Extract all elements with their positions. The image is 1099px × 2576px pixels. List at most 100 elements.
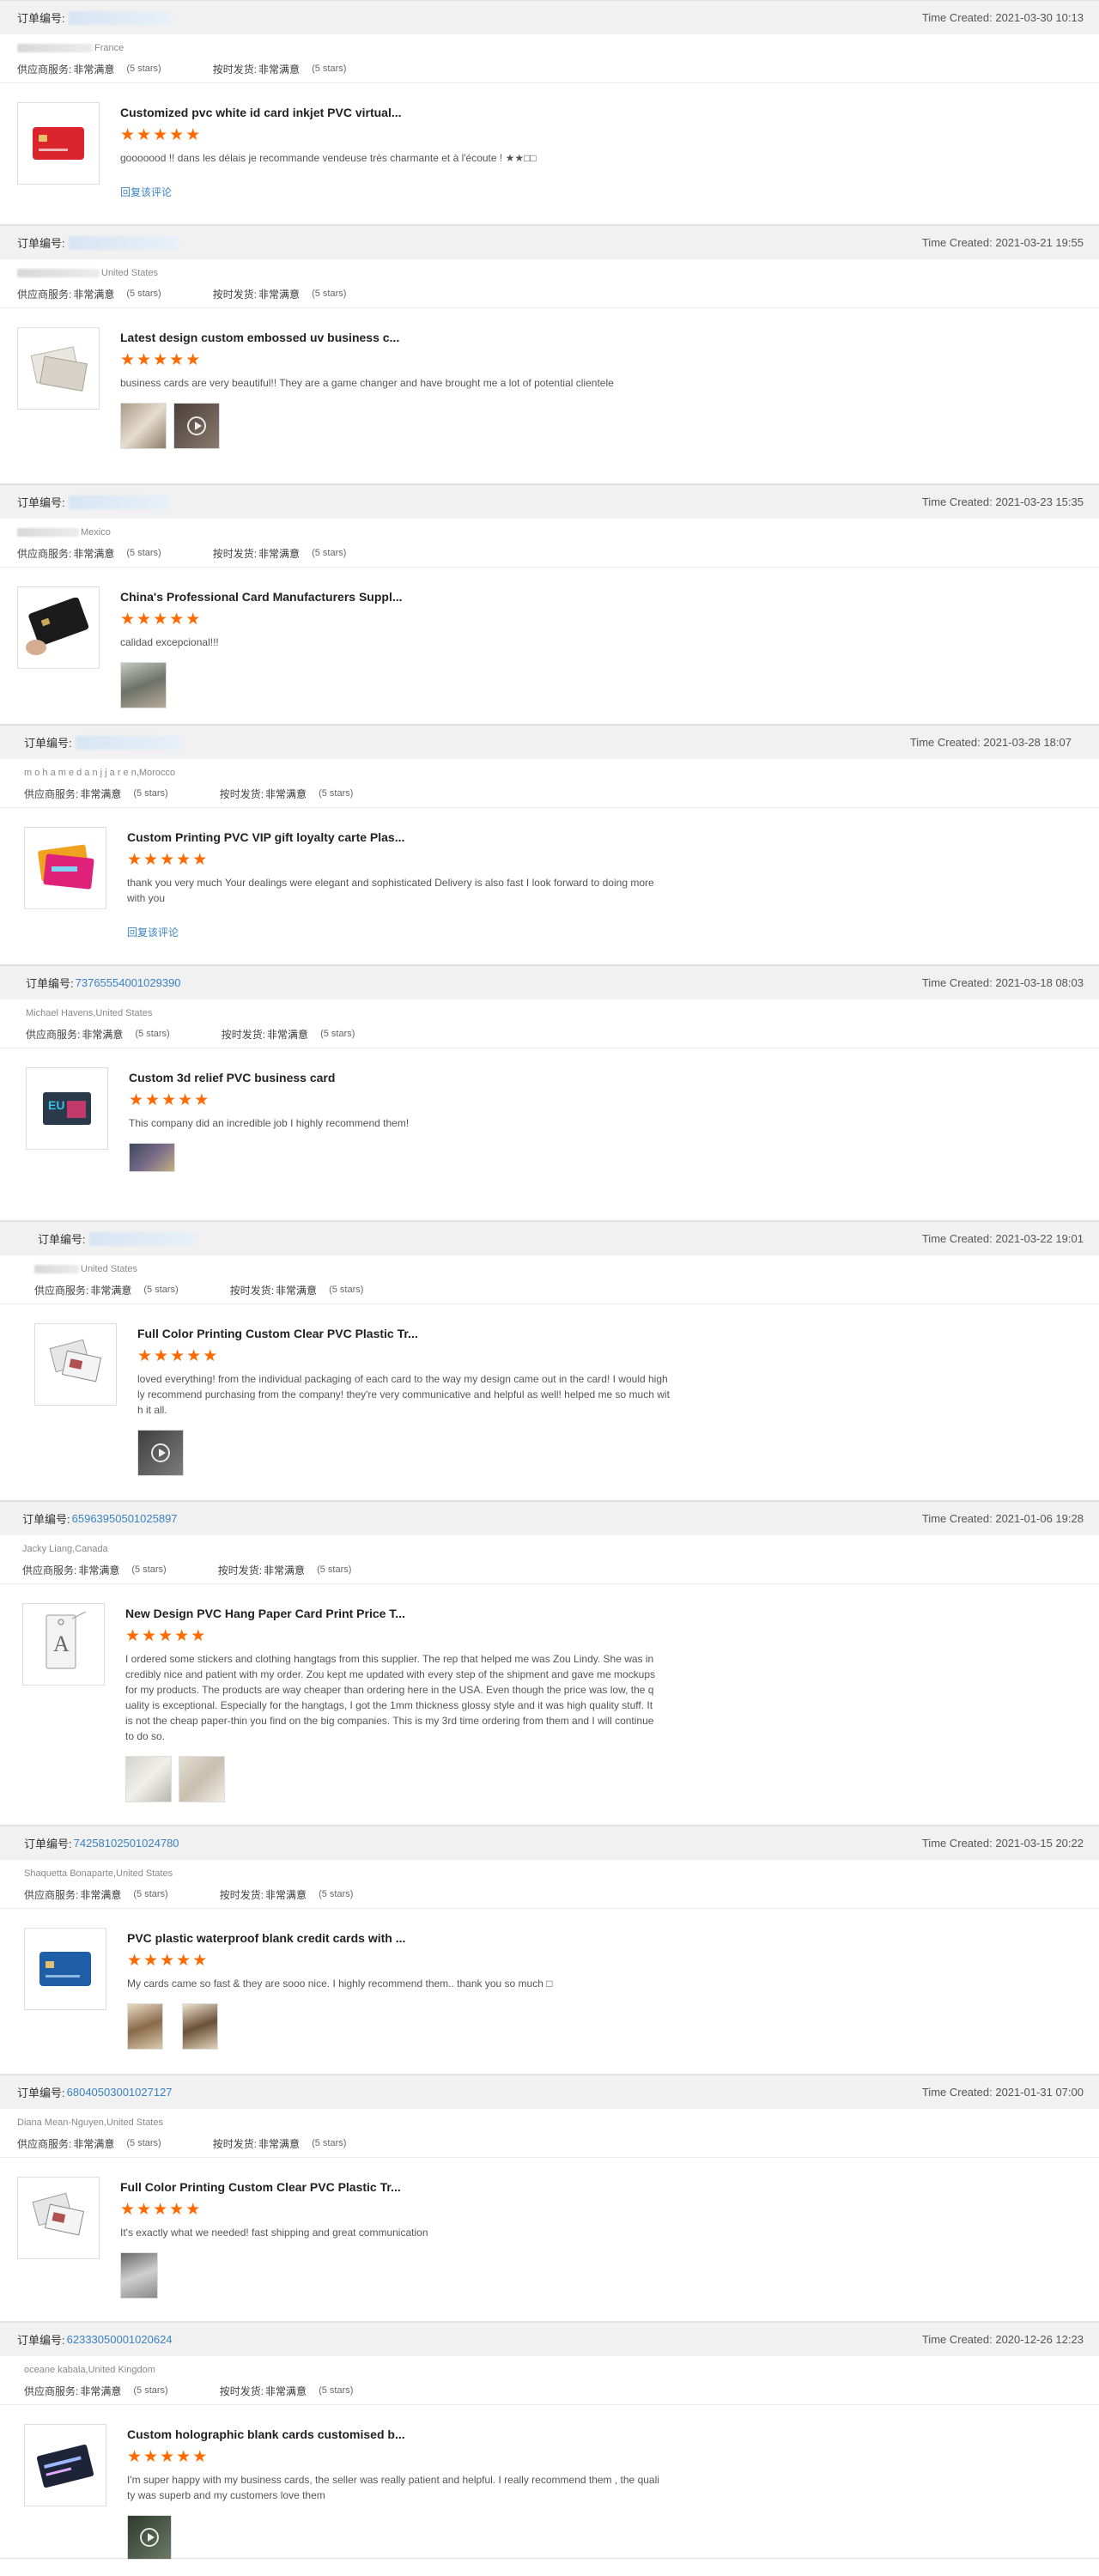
review-body: EU Custom 3d relief PVC business card ★ ★…	[0, 1048, 1099, 1186]
star-icon: ★	[186, 1347, 202, 1365]
service-ratings: 供应商服务: 非常满意 (5 stars) 按时发货: 非常满意 (5 stars)	[24, 2385, 354, 2397]
product-title[interactable]: Custom holographic blank cards customise…	[127, 2427, 659, 2441]
product-title[interactable]: Custom Printing PVC VIP gift loyalty car…	[127, 830, 659, 844]
order-label: 订单编号:	[24, 737, 72, 750]
product-thumbnail[interactable]	[17, 2177, 100, 2259]
review-header: 订单编号: 73765554001029390 Time Created: 20…	[0, 965, 1099, 999]
review-body: PVC plastic waterproof blank credit card…	[0, 1909, 1099, 2063]
svg-text:A: A	[53, 1631, 70, 1656]
gift-card-icon	[38, 844, 94, 890]
review-photo[interactable]	[179, 1756, 225, 1802]
order-label: 订单编号:	[38, 1233, 86, 1246]
review-header: 订单编号: Time Created: 2021-03-30 10:13	[0, 0, 1099, 34]
order-number[interactable]: 65963950501025897	[72, 1512, 178, 1525]
customer-info: Jacky Liang,Canada 供应商服务: 非常满意 (5 stars) 按…	[0, 1535, 1099, 1584]
service-ratings: 供应商服务: 非常满意 (5 stars) 按时发货: 非常满意 (5 stars)	[24, 1888, 354, 1901]
reply-link[interactable]: 回复该评论	[120, 185, 653, 199]
time-created: Time Created: 2020-12-26 12:23	[921, 2333, 1084, 2346]
product-thumbnail[interactable]: A	[22, 1603, 105, 1686]
product-title[interactable]: Latest design custom embossed uv busines…	[120, 331, 653, 344]
holographic-card-icon	[36, 2444, 94, 2488]
review-photo[interactable]	[182, 2003, 218, 2050]
review-photo[interactable]	[120, 2252, 158, 2299]
review-photo[interactable]	[120, 403, 167, 449]
order-label: 订单编号:	[17, 496, 65, 509]
star-icon: ★	[145, 1091, 161, 1109]
customer-name: Shaquetta Bonaparte,United States	[24, 1868, 173, 1879]
product-thumbnail[interactable]	[34, 1323, 117, 1406]
product-thumbnail[interactable]	[17, 327, 100, 410]
order-number[interactable]: 62333050001020624	[67, 2333, 173, 2346]
clear-card-icon	[32, 2192, 85, 2236]
star-icon: ★	[169, 2201, 185, 2219]
product-thumbnail[interactable]	[24, 1928, 106, 2010]
order-id: 订单编号:	[24, 734, 182, 750]
review-header: 订单编号: Time Created: 2021-03-28 18:07	[0, 725, 1099, 759]
review-photo[interactable]	[127, 2003, 163, 2050]
review-header: 订单编号: Time Created: 2021-03-21 19:55	[0, 225, 1099, 259]
rating-stars: ★ ★ ★ ★ ★	[120, 2202, 653, 2218]
review-video[interactable]	[127, 2515, 172, 2560]
customer-info: United States 供应商服务: 非常满意 (5 stars) 按时发货: 非…	[0, 1255, 1099, 1304]
review-body: Custom holographic blank cards customise…	[0, 2405, 1099, 2573]
embossed-card-icon	[30, 346, 88, 392]
order-label: 订单编号:	[22, 1513, 70, 1526]
redacted-name	[17, 269, 100, 277]
star-icon: ★	[143, 1952, 159, 1970]
time-created: Time Created: 2021-03-15 20:22	[921, 1837, 1084, 1850]
review-video[interactable]	[137, 1430, 184, 1476]
product-thumbnail[interactable]	[24, 2424, 106, 2506]
product-title[interactable]: New Design PVC Hang Paper Card Print Pri…	[125, 1607, 658, 1620]
product-title[interactable]: Custom 3d relief PVC business card	[129, 1071, 661, 1084]
product-title[interactable]: Customized pvc white id card inkjet PVC …	[120, 106, 653, 119]
service-ratings: 供应商服务: 非常满意 (5 stars) 按时发货: 非常满意 (5 stars)	[17, 288, 347, 301]
reply-link[interactable]: 回复该评论	[127, 925, 659, 939]
order-number[interactable]: 73765554001029390	[76, 976, 181, 989]
customer-name: m o h a m e d a n j j a r e n,Morocco	[24, 768, 176, 778]
star-icon: ★	[120, 351, 136, 369]
order-id: 订单编号: 65963950501025897	[22, 1510, 178, 1527]
order-number[interactable]: 68040503001027127	[67, 2086, 173, 2099]
time-created: Time Created: 2021-03-21 19:55	[921, 236, 1084, 249]
review-list: 订单编号: Time Created: 2021-03-30 10:13 Fra…	[0, 0, 1099, 2560]
play-icon	[187, 416, 206, 435]
review-photo[interactable]	[125, 1756, 172, 1802]
redacted-name	[17, 44, 93, 52]
review-photo[interactable]	[120, 662, 167, 708]
product-thumbnail[interactable]	[17, 102, 100, 185]
customer-name: Jacky Liang,Canada	[22, 1544, 108, 1554]
review-photos	[125, 1756, 658, 1802]
review-body: Full Color Printing Custom Clear PVC Pla…	[0, 1304, 1099, 1490]
product-title[interactable]: Full Color Printing Custom Clear PVC Pla…	[120, 2180, 653, 2194]
red-card-icon	[33, 127, 84, 160]
redacted-order-number	[68, 235, 179, 250]
review-video[interactable]	[173, 403, 220, 449]
review-photo[interactable]	[129, 1143, 175, 1172]
product-thumbnail[interactable]: EU	[26, 1067, 108, 1150]
review-body: A New Design PVC Hang Paper Card Print P…	[0, 1584, 1099, 1816]
product-title[interactable]: China's Professional Card Manufacturers …	[120, 590, 653, 604]
star-icon: ★	[192, 1952, 208, 1970]
product-title[interactable]: Full Color Printing Custom Clear PVC Pla…	[137, 1327, 670, 1340]
service-ratings: 供应商服务: 非常满意 (5 stars) 按时发货: 非常满意 (5 stars)	[34, 1284, 364, 1297]
order-number[interactable]: 74258102501024780	[74, 1837, 179, 1850]
review-text: My cards came so fast & they are sooo ni…	[127, 1978, 553, 1990]
product-thumbnail[interactable]	[24, 827, 106, 909]
star-icon: ★	[127, 851, 143, 869]
redacted-name	[34, 1265, 79, 1273]
rating-stars: ★ ★ ★ ★ ★	[129, 1091, 661, 1109]
product-thumbnail[interactable]	[17, 586, 100, 669]
hangtag-icon: A	[46, 1612, 87, 1669]
review-text: loved everything! from the individual pa…	[137, 1373, 670, 1416]
star-icon: ★	[137, 611, 152, 629]
rating-stars: ★ ★ ★ ★ ★	[120, 611, 653, 629]
order-id: 订单编号:	[38, 1230, 196, 1247]
review-header: 订单编号: 62333050001020624 Time Created: 20…	[0, 2322, 1099, 2356]
star-icon: ★	[137, 1347, 153, 1365]
rating-stars: ★ ★ ★ ★ ★	[120, 351, 653, 369]
review-photos	[120, 662, 653, 708]
product-title[interactable]: PVC plastic waterproof blank credit card…	[127, 1931, 659, 1945]
service-ratings: 供应商服务: 非常满意 (5 stars) 按时发货: 非常满意 (5 stars)	[24, 787, 354, 800]
star-icon: ★	[176, 1952, 191, 1970]
star-icon: ★	[160, 2448, 175, 2466]
